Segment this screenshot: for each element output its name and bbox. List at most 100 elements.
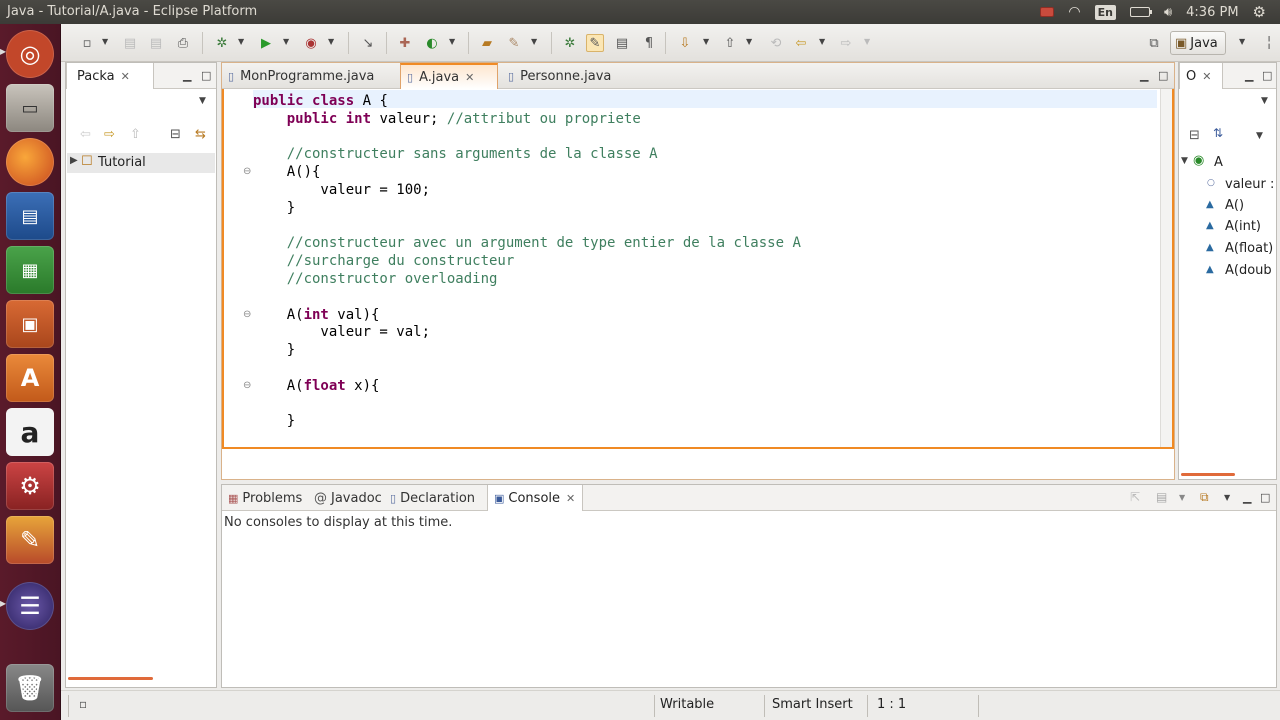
view-menu-icon[interactable]: ▼ — [199, 96, 206, 106]
forward-nav-icon[interactable]: ⇨ — [104, 127, 115, 142]
back-icon[interactable]: ⇦ — [792, 34, 810, 52]
forward-icon[interactable]: ⇨ — [837, 34, 855, 52]
tab-a-java[interactable]: ▯ A.java ✕ — [400, 63, 498, 89]
maximize-icon[interactable]: □ — [1158, 69, 1168, 82]
minimize-icon[interactable]: ▁ — [1140, 69, 1148, 82]
toolbar-overflow-icon[interactable]: ╎ — [1260, 34, 1278, 52]
tree-item-tutorial[interactable]: ▶ ☐ Tutorial — [67, 153, 215, 173]
horizontal-scrollbar[interactable] — [68, 677, 153, 680]
outline-dropdown-icon[interactable]: ▼ — [1256, 131, 1263, 141]
wifi-icon[interactable]: ◠ — [1068, 4, 1080, 20]
clock[interactable]: 4:36 PM — [1186, 5, 1238, 20]
code-line[interactable]: valeur = val; — [253, 324, 430, 340]
outline-item[interactable]: ▲ A() — [1179, 196, 1277, 216]
display-console-dropdown-icon[interactable]: ▼ — [1179, 493, 1185, 502]
code-line[interactable]: } — [253, 200, 295, 216]
code-editor[interactable]: public class A { public int valeur; //at… — [222, 89, 1174, 449]
code-line[interactable]: valeur = 100; — [253, 182, 430, 198]
code-line[interactable]: //constructeur sans arguments de la clas… — [253, 146, 658, 162]
expand-arrow-icon[interactable]: ▶ — [70, 155, 78, 166]
previous-annotation-dropdown-icon[interactable]: ▼ — [746, 37, 752, 46]
search-icon[interactable]: ✎ — [505, 34, 523, 52]
files-icon[interactable]: ▭ — [6, 84, 54, 132]
back-dropdown-icon[interactable]: ▼ — [819, 37, 825, 46]
close-icon[interactable]: ✕ — [121, 70, 130, 83]
code-line[interactable]: A(){ — [253, 164, 321, 180]
toggle-mark-occurrences-icon[interactable]: ✎ — [586, 34, 604, 52]
new-class-icon[interactable]: ◐ — [423, 34, 441, 52]
minimize-icon[interactable]: ▁ — [183, 69, 191, 82]
last-edit-location-icon[interactable]: ⟲ — [767, 34, 785, 52]
fold-toggle-icon[interactable]: ⊖ — [243, 380, 251, 391]
toggle-breadcrumb-icon[interactable]: ✲ — [561, 34, 579, 52]
amazon-icon[interactable]: a — [6, 408, 54, 456]
link-with-editor-icon[interactable]: ⇆ — [195, 127, 206, 142]
code-line[interactable]: } — [253, 413, 295, 429]
code-line[interactable]: A(int val){ — [253, 307, 380, 323]
open-perspective-icon[interactable]: ⧉ — [1145, 34, 1163, 52]
new-icon[interactable]: ▫ — [78, 34, 96, 52]
show-whitespace-icon[interactable]: ¶ — [640, 34, 658, 52]
save-icon[interactable]: ▤ — [121, 34, 139, 52]
firefox-icon[interactable] — [6, 138, 54, 186]
tab-monprogramme-java[interactable]: ▯ MonProgramme.java — [222, 63, 400, 89]
open-type-icon[interactable]: ▰ — [478, 34, 496, 52]
new-java-project-icon[interactable]: ✚ — [396, 34, 414, 52]
outline-root-a[interactable]: ▼ ◉ A — [1179, 153, 1277, 173]
back-nav-icon[interactable]: ⇦ — [80, 127, 91, 142]
fold-toggle-icon[interactable]: ⊖ — [243, 309, 251, 320]
keyboard-language-indicator[interactable]: En — [1094, 4, 1116, 20]
pin-console-icon[interactable]: ⇱ — [1130, 490, 1140, 504]
writer-icon[interactable]: ▤ — [6, 192, 54, 240]
search-dropdown-icon[interactable]: ▼ — [531, 37, 537, 46]
tab-personne-java[interactable]: ▯ Personne.java — [502, 63, 632, 89]
vertical-scrollbar[interactable] — [1160, 89, 1172, 447]
java-perspective-button[interactable]: ▣ Java — [1170, 31, 1226, 55]
code-line[interactable]: public int valeur; //attribut ou proprie… — [253, 111, 641, 127]
run-icon[interactable]: ▶ — [257, 34, 275, 52]
maximize-icon[interactable]: □ — [1262, 69, 1272, 82]
perspective-dropdown-icon[interactable]: ▼ — [1239, 37, 1245, 46]
code-line[interactable]: } — [253, 342, 295, 358]
paint-icon[interactable]: ✎ — [6, 516, 54, 564]
fold-toggle-icon[interactable]: ⊖ — [243, 166, 251, 177]
code-line[interactable]: //constructeur avec un argument de type … — [253, 235, 801, 251]
forward-dropdown-icon[interactable]: ▼ — [864, 37, 870, 46]
tab-javadoc[interactable]: @ Javadoc — [308, 485, 384, 511]
open-console-icon[interactable]: ⧉ — [1200, 490, 1209, 505]
view-menu-icon[interactable]: ▼ — [1261, 96, 1268, 106]
tab-console[interactable]: ▣ Console ✕ — [487, 485, 583, 511]
previous-annotation-icon[interactable]: ⇧ — [721, 34, 739, 52]
trash-icon[interactable]: 🗑︎ — [6, 664, 54, 712]
print-icon[interactable]: ⎙ — [174, 34, 192, 52]
calc-icon[interactable]: ▦ — [6, 246, 54, 294]
tab-package-explorer[interactable]: Packa ✕ — [66, 63, 154, 89]
system-gear-icon[interactable]: ⚙ — [1253, 3, 1266, 21]
next-annotation-icon[interactable]: ⇩ — [676, 34, 694, 52]
run-dropdown-icon[interactable]: ▼ — [283, 37, 289, 46]
new-class-dropdown-icon[interactable]: ▼ — [449, 37, 455, 46]
outline-item[interactable]: ▲ A(int) — [1179, 217, 1277, 237]
next-annotation-dropdown-icon[interactable]: ▼ — [703, 37, 709, 46]
maximize-icon[interactable]: □ — [1260, 491, 1270, 504]
code-line[interactable]: //constructor overloading — [253, 271, 498, 287]
debug-icon[interactable]: ✲ — [213, 34, 231, 52]
display-console-icon[interactable]: ▤ — [1156, 490, 1167, 504]
code-line[interactable]: A(float x){ — [253, 378, 380, 394]
minimize-icon[interactable]: ▁ — [1243, 491, 1251, 504]
external-tools-icon[interactable]: ◉ — [302, 34, 320, 52]
impress-icon[interactable]: ▣ — [6, 300, 54, 348]
battery-icon[interactable] — [1129, 7, 1152, 17]
settings-icon[interactable]: ⚙ — [6, 462, 54, 510]
tab-outline[interactable]: O ✕ — [1179, 63, 1223, 89]
up-nav-icon[interactable]: ⇧ — [130, 127, 141, 142]
outline-item[interactable]: ○ valeur : — [1179, 175, 1277, 195]
close-icon[interactable]: ✕ — [465, 71, 474, 84]
collapse-all-icon[interactable]: ⊟ — [170, 127, 181, 142]
block-selection-icon[interactable]: ▤ — [613, 34, 631, 52]
tab-declaration[interactable]: ▯ Declaration — [384, 485, 486, 511]
recording-indicator-icon[interactable] — [1040, 7, 1055, 17]
collapse-arrow-icon[interactable]: ▼ — [1181, 156, 1188, 166]
ubuntu-icon[interactable]: ◎ — [0, 30, 54, 78]
volume-icon[interactable]: 🔊︎ — [1164, 5, 1172, 20]
